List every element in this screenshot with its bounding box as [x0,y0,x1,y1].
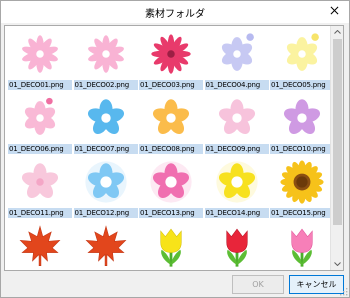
maple-leaf-red-icon [74,220,138,270]
thumbnail-tile[interactable]: 01_DECO02.png [73,28,138,92]
thumbnail-tile[interactable]: 01_DECO06.png [8,92,72,156]
thumbnail-tile[interactable]: 01_DECO12.png [73,156,138,220]
chevron-down-icon [334,262,341,266]
thumbnail-label: 01_DECO15.png [270,208,334,218]
flower-daisy-pink-icon [8,28,72,80]
thumbnail-label: 01_DECO03.png [139,80,203,90]
tulip-red-icon [205,220,269,270]
flower-daisy-pink-icon [74,28,138,80]
flower-yellow-glow-icon [205,156,269,208]
title-bar: 素材フォルダ [1,1,349,23]
thumbnail-label: 01_DECO10.png [270,144,334,154]
flower-lavender-icon [205,28,269,80]
scroll-thumb[interactable] [333,39,342,225]
thumbnail-tile[interactable]: 01_DECO03.png [139,28,203,92]
thumbnail-tile[interactable]: 01_DECO10.png [270,92,334,156]
ok-button[interactable]: OK [232,275,284,294]
vertical-scrollbar[interactable] [330,26,343,270]
thumbnail-tile[interactable] [139,220,203,270]
close-icon [330,6,338,15]
thumbnail-label: 01_DECO01.png [8,80,72,90]
thumbnail-label: 01_DECO12.png [73,208,138,218]
window-title: 素材フォルダ [145,9,205,20]
thumbnail-tile[interactable] [8,220,72,270]
thumbnail-tile[interactable]: 01_DECO08.png [139,92,203,156]
dialog-window: 素材フォルダ 01_DECO01.png 01_DECO02.png 01_DECO… [0,0,350,298]
close-button[interactable] [323,2,345,19]
flower-daisy-red-icon [139,28,203,80]
thumbnail-tile[interactable]: 01_DECO09.png [204,92,269,156]
scroll-up-button[interactable] [331,26,343,38]
thumbnail-label: 01_DECO07.png [73,144,138,154]
thumbnail-tile[interactable]: 01_DECO01.png [8,28,72,92]
thumbnail-label: 01_DECO13.png [139,208,203,218]
chevron-up-icon [334,30,341,34]
tulip-pink-icon [270,220,334,270]
maple-leaf-red-icon [8,220,72,270]
thumbnail-label: 01_DECO06.png [8,144,72,154]
thumbnail-label: 01_DECO02.png [73,80,138,90]
thumbnail-label: 01_DECO11.png [8,208,72,218]
thumbnail-label: 01_DECO14.png [204,208,269,218]
flower-pink-glow-icon [139,156,203,208]
scroll-down-button[interactable] [331,258,343,270]
flower-sakura-icon [8,156,72,208]
thumbnail-tile[interactable] [270,220,334,270]
thumbnail-tile[interactable] [74,220,138,270]
thumbnail-label: 01_DECO09.png [204,144,269,154]
thumbnail-tile[interactable]: 01_DECO04.png [204,28,269,92]
flower-pink-petals-icon [8,92,72,144]
thumbnail-tile[interactable]: 01_DECO13.png [139,156,203,220]
thumbnail-label: 01_DECO08.png [139,144,203,154]
flower-orange-icon [139,92,203,144]
thumbnail-label: 01_DECO04.png [204,80,269,90]
material-list[interactable]: 01_DECO01.png 01_DECO02.png 01_DECO03.png 0… [4,25,344,271]
thumbnail-tile[interactable]: 01_DECO11.png [8,156,72,220]
thumbnail-tile[interactable]: 01_DECO07.png [73,92,138,156]
tulip-yellow-icon [139,220,203,270]
cancel-button[interactable]: キャンセル [289,275,344,294]
thumbnail-label: 01_DECO05.png [270,80,334,90]
flower-blue-icon [74,92,138,144]
thumbnail-tile[interactable]: 01_DECO15.png [270,156,334,220]
flower-blue-glow-icon [74,156,138,208]
flower-purple-icon [270,92,334,144]
sunflower-icon [270,156,334,208]
resize-grip-icon[interactable] [339,287,348,296]
thumbnail-tile[interactable]: 01_DECO14.png [204,156,269,220]
thumbnail-tile[interactable] [205,220,269,270]
flower-pale-pink-icon [205,92,269,144]
flower-yellow-icon [270,28,334,80]
thumbnail-tile[interactable]: 01_DECO05.png [270,28,334,92]
